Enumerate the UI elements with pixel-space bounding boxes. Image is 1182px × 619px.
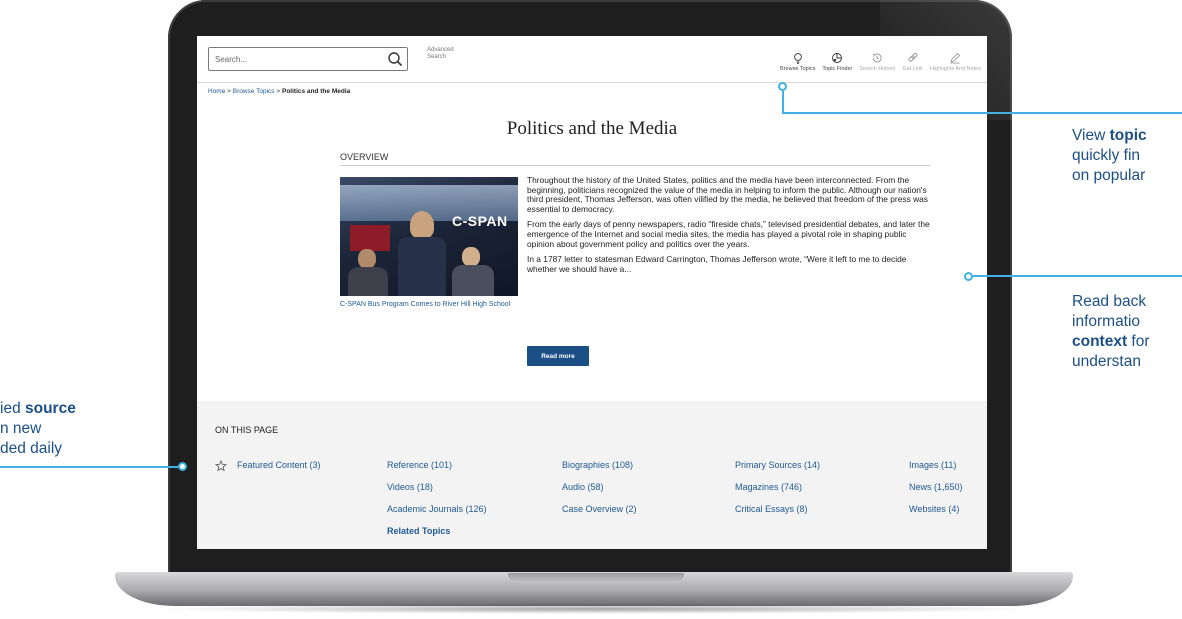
advanced-search-label-2: Search xyxy=(427,54,447,60)
advanced-search-label-1: Advanced xyxy=(427,47,454,53)
overview-paragraph: In a 1787 letter to statesman Edward Car… xyxy=(527,254,907,274)
callout-text: Read back xyxy=(1072,293,1147,310)
image-person-body xyxy=(398,237,446,296)
search-input[interactable] xyxy=(215,51,375,67)
callout-text: View xyxy=(1072,127,1110,144)
history-icon xyxy=(872,53,883,63)
callout-text: n new xyxy=(0,420,42,437)
topic-finder-label: Topic Finder xyxy=(822,66,853,72)
breadcrumb-current: Politics and the Media xyxy=(281,88,351,95)
primary-sources-link[interactable]: Primary Sources (14) xyxy=(735,460,820,470)
callout-text: for xyxy=(1127,333,1150,350)
star-icon[interactable] xyxy=(215,460,227,472)
callout-line-topics xyxy=(782,91,784,113)
lightbulb-icon xyxy=(793,53,802,64)
callout-dot-overview xyxy=(964,272,973,281)
breadcrumb-browse-topics[interactable]: Browse Topics xyxy=(233,88,275,95)
link-icon xyxy=(908,52,918,62)
page-title: Politics and the Media xyxy=(506,118,678,139)
callout-line-topics xyxy=(782,112,1182,114)
biographies-link[interactable]: Biographies (108) xyxy=(562,460,633,470)
topic-finder-icon xyxy=(832,53,843,63)
advanced-search-link[interactable]: Advanced Search xyxy=(427,47,467,61)
callout-line-sources xyxy=(0,466,178,468)
highlights-notes-button[interactable]: Highlights And Notes xyxy=(930,46,981,72)
search-icon[interactable] xyxy=(387,51,403,67)
callout-dot-topics xyxy=(778,82,787,91)
search-history-label: Search History xyxy=(859,66,896,72)
laptop-shadow xyxy=(150,604,1040,614)
magazines-link[interactable]: Magazines (746) xyxy=(735,482,802,492)
related-topics-link[interactable]: Related Topics xyxy=(387,526,450,536)
videos-link[interactable]: Videos (18) xyxy=(387,482,433,492)
search-box[interactable] xyxy=(208,47,408,71)
callout-text: understan xyxy=(1072,353,1141,370)
callout-text: on popular xyxy=(1072,167,1146,184)
overview-text: Throughout the history of the United Sta… xyxy=(527,175,932,280)
callout-text-bold: context xyxy=(1072,333,1128,350)
featured-image[interactable]: C-SPAN xyxy=(340,177,518,296)
overview-paragraph: From the early days of penny newspapers,… xyxy=(527,219,930,249)
callout-text-topics: View topic quickly fin on popular xyxy=(1072,126,1147,186)
top-toolbar: Advanced Search Browse Topics Topic Find… xyxy=(197,36,987,83)
tool-bar: Browse Topics Topic Finder Search Histor… xyxy=(780,46,981,72)
search-history-button[interactable]: Search History xyxy=(859,46,895,72)
callout-text: ied xyxy=(0,400,25,417)
browse-topics-button[interactable]: Browse Topics xyxy=(780,46,815,72)
critical-essays-link[interactable]: Critical Essays (8) xyxy=(735,504,808,514)
image-person xyxy=(410,211,434,239)
breadcrumb-separator: > xyxy=(276,88,281,95)
callout-text-bold: source xyxy=(25,400,76,417)
overview-paragraph: Throughout the history of the United Sta… xyxy=(527,175,928,214)
pencil-icon xyxy=(950,52,961,64)
news-link[interactable]: News (1,650) xyxy=(909,482,963,492)
reference-link[interactable]: Reference (101) xyxy=(387,460,452,470)
highlights-notes-label: Highlights And Notes xyxy=(929,66,981,72)
images-link[interactable]: Images (11) xyxy=(909,460,956,470)
image-person-body xyxy=(452,265,494,296)
topic-finder-button[interactable]: Topic Finder xyxy=(822,46,852,72)
read-more-button[interactable]: Read more xyxy=(527,346,589,366)
breadcrumb-separator: > xyxy=(227,88,231,95)
laptop-notch xyxy=(508,573,684,583)
callout-text-sources: ied source n new ded daily xyxy=(0,399,76,459)
case-overview-link[interactable]: Case Overview (2) xyxy=(562,504,637,514)
callout-text-bold: topic xyxy=(1109,127,1147,144)
image-monitor xyxy=(350,225,390,251)
featured-content-link[interactable]: Featured Content (3) xyxy=(237,460,321,470)
overview-heading: OVERVIEW xyxy=(340,152,930,166)
image-person-body xyxy=(348,267,388,296)
callout-text: ded daily xyxy=(0,440,63,457)
browse-topics-label: Browse Topics xyxy=(780,66,816,72)
image-person xyxy=(358,249,376,269)
get-link-label: Get Link xyxy=(902,66,923,72)
get-link-button[interactable]: Get Link xyxy=(902,46,923,72)
image-logo-text: C-SPAN xyxy=(452,213,508,229)
callout-dot-sources xyxy=(178,462,187,471)
callout-text: quickly fin xyxy=(1072,147,1141,164)
on-this-page-heading: ON THIS PAGE xyxy=(215,425,279,435)
breadcrumb: Home > Browse Topics > Politics and the … xyxy=(208,88,350,95)
audio-link[interactable]: Audio (58) xyxy=(562,482,604,492)
image-caption-link[interactable]: C-SPAN Bus Program Comes to River Hill H… xyxy=(340,301,520,310)
callout-text-overview: Read back informatio context for underst… xyxy=(1072,292,1150,372)
callout-text: informatio xyxy=(1072,313,1141,330)
on-this-page-panel: ON THIS PAGE Featured Content (3) Refere… xyxy=(197,401,987,549)
websites-link[interactable]: Websites (4) xyxy=(909,504,959,514)
callout-line-overview xyxy=(973,275,1182,277)
image-person xyxy=(462,247,480,267)
academic-journals-link[interactable]: Academic Journals (126) xyxy=(387,504,487,514)
breadcrumb-home[interactable]: Home xyxy=(208,88,225,95)
